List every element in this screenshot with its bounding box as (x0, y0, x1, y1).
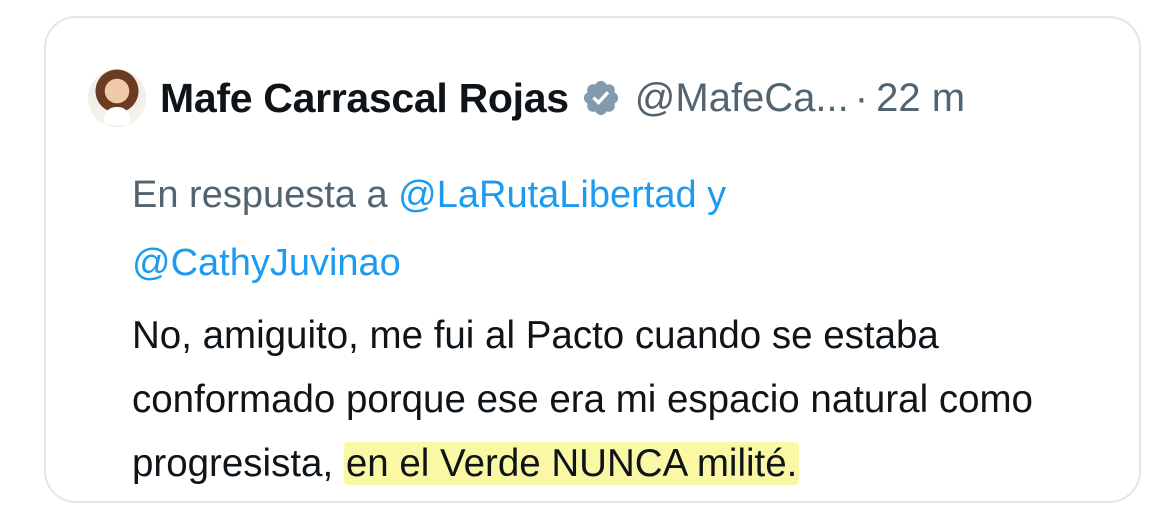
verified-badge-icon (583, 80, 618, 116)
tweet-body: No, amiguito, me fui al Pacto cuando se … (132, 304, 1152, 496)
reply-context: En respuesta a @LaRutaLibertad y @CathyJ… (132, 161, 932, 297)
reply-mention-larutalibertad[interactable]: @LaRutaLibertad (398, 174, 696, 216)
tweet-header: Mafe Carrascal Rojas @MafeCa... · 22 m (88, 68, 965, 128)
reply-mention-cathyjuvinao[interactable]: @CathyJuvinao (132, 242, 401, 284)
tweet-timestamp[interactable]: 22 m (876, 76, 965, 121)
highlighted-text: en el Verde NUNCA milité. (343, 442, 800, 485)
reply-joiner: y (707, 174, 727, 216)
author-handle[interactable]: @MafeCa... (635, 76, 849, 121)
tweet-card[interactable]: Mafe Carrascal Rojas @MafeCa... · 22 m E… (44, 16, 1141, 503)
author-name[interactable]: Mafe Carrascal Rojas (160, 75, 569, 122)
avatar[interactable] (88, 69, 146, 127)
reply-prefix: En respuesta a (132, 174, 388, 216)
separator-dot: · (854, 75, 869, 120)
